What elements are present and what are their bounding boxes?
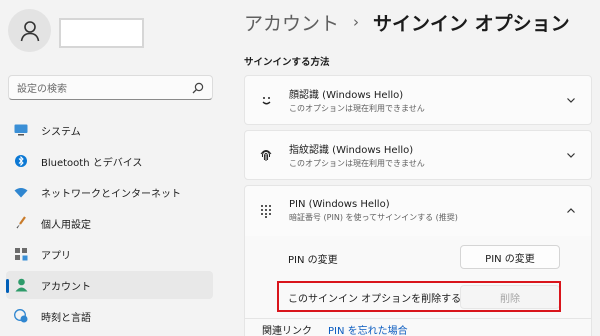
- sidebar-item-label: アプリ: [41, 250, 71, 262]
- forgot-pin-link[interactable]: PIN を忘れた場合: [328, 322, 408, 336]
- related-links: 関連リンク PIN を忘れた場合: [262, 322, 408, 336]
- fingerprint-icon: [259, 148, 273, 162]
- sidebar-item-label: ネットワークとインターネット: [41, 188, 181, 200]
- highlight-box: [277, 281, 561, 312]
- card-subtitle: このオプションは現在利用できません: [289, 159, 425, 168]
- sidebar-item-system[interactable]: システム: [6, 116, 213, 144]
- monitor-icon: [14, 123, 28, 137]
- globe-clock-icon: [14, 309, 28, 323]
- breadcrumb-parent[interactable]: アカウント: [244, 9, 339, 36]
- sidebar-item-time-language[interactable]: 時刻と言語: [6, 302, 213, 330]
- related-links-label: 関連リンク: [262, 326, 312, 336]
- active-indicator: [6, 279, 9, 293]
- pin-card[interactable]: PIN (Windows Hello) 暗証番号 (PIN) を使ってサインイン…: [244, 185, 592, 237]
- search-icon[interactable]: [192, 82, 204, 94]
- user-icon: [20, 20, 39, 41]
- apps-icon: [14, 247, 28, 261]
- chevron-down-icon[interactable]: [565, 94, 577, 106]
- card-title: 顔認識 (Windows Hello): [289, 90, 404, 101]
- wifi-icon: [14, 185, 28, 199]
- paintbrush-icon: [14, 216, 28, 230]
- pin-change-label: PIN の変更: [288, 255, 338, 266]
- sidebar-item-label: 個人用設定: [41, 219, 91, 231]
- sidebar-item-label: 時刻と言語: [41, 312, 91, 324]
- sidebar-item-label: Bluetooth とデバイス: [41, 157, 143, 169]
- chevron-up-icon[interactable]: [565, 205, 577, 217]
- avatar[interactable]: [8, 9, 51, 52]
- sidebar-item-accounts[interactable]: アカウント: [6, 271, 213, 299]
- sidebar-item-network[interactable]: ネットワークとインターネット: [6, 178, 213, 206]
- page-title: サインイン オプション: [373, 12, 570, 35]
- sidebar-item-label: システム: [41, 126, 81, 138]
- fingerprint-card[interactable]: 指紋認識 (Windows Hello) このオプションは現在利用できません: [244, 130, 592, 180]
- chevron-down-icon[interactable]: [565, 149, 577, 161]
- sidebar-item-label: アカウント: [41, 281, 91, 293]
- face-icon: [259, 93, 273, 107]
- sidebar-item-apps[interactable]: アプリ: [6, 240, 213, 268]
- search-placeholder: 設定の検索: [17, 84, 67, 95]
- card-subtitle: このオプションは現在利用できません: [289, 104, 425, 113]
- account-icon: [14, 278, 28, 292]
- breadcrumb: アカウント › サインイン オプション: [244, 6, 570, 38]
- keypad-icon: [259, 204, 273, 218]
- breadcrumb-separator: ›: [353, 13, 360, 31]
- card-title: PIN (Windows Hello): [289, 199, 390, 210]
- card-subtitle: 暗証番号 (PIN) を使ってサインインする (推奨): [289, 213, 458, 222]
- card-title: 指紋認識 (Windows Hello): [289, 145, 414, 156]
- sidebar-item-personalization[interactable]: 個人用設定: [6, 209, 213, 237]
- sidebar-item-bluetooth[interactable]: Bluetooth とデバイス: [6, 147, 213, 175]
- pin-change-button[interactable]: PIN の変更: [460, 245, 560, 269]
- account-name-box: [59, 18, 144, 48]
- bluetooth-icon: [14, 154, 28, 168]
- section-title: サインインする方法: [244, 57, 330, 68]
- face-recognition-card[interactable]: 顔認識 (Windows Hello) このオプションは現在利用できません: [244, 75, 592, 125]
- search-input[interactable]: 設定の検索: [8, 75, 213, 100]
- divider: [244, 318, 592, 319]
